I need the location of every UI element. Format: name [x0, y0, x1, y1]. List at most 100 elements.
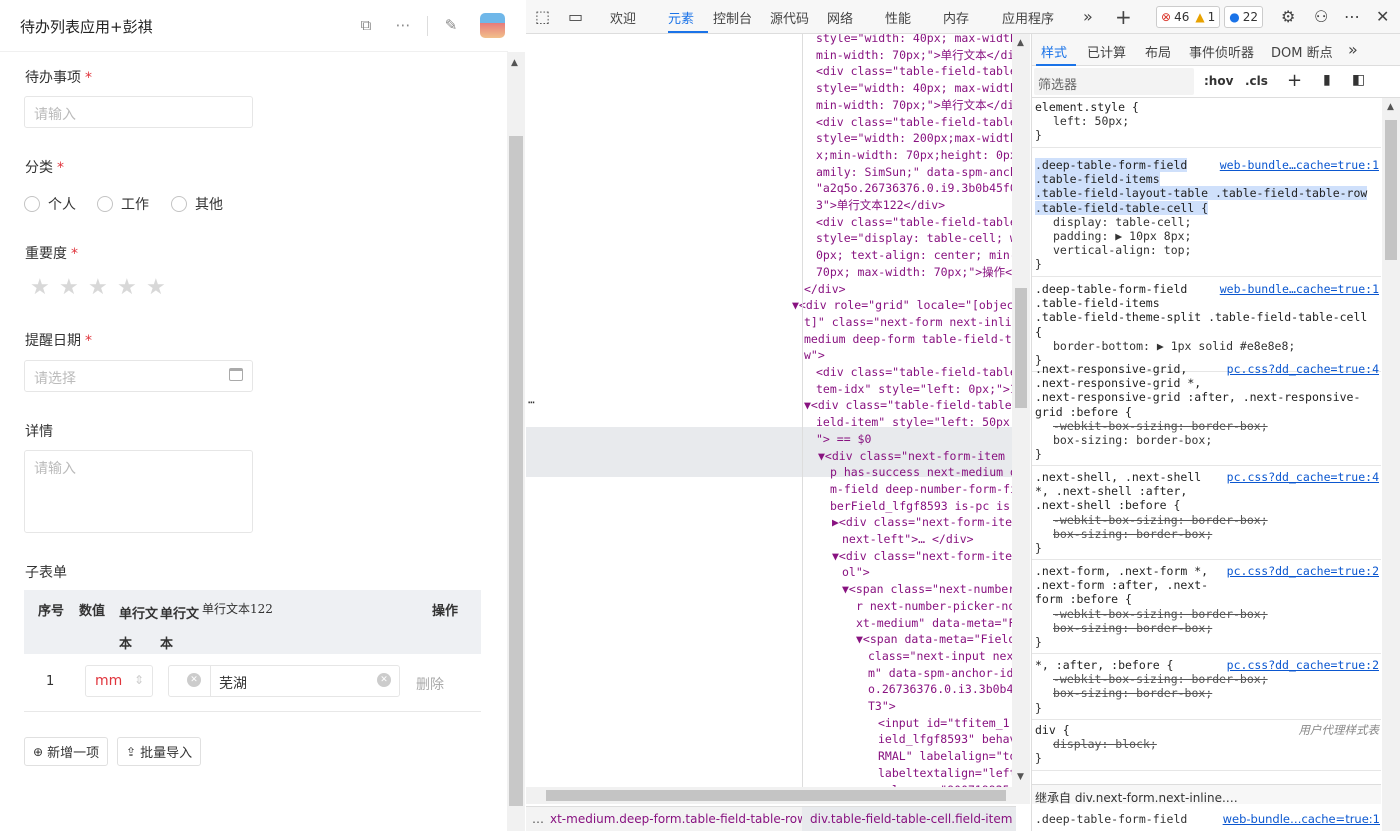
dom-node-line[interactable]: 3">单行文本122</div>: [816, 197, 945, 214]
dom-node-line[interactable]: class="next-input next: [868, 648, 1016, 665]
dom-node-line[interactable]: ▼<div class="table-field-table: [804, 397, 1012, 414]
css-declaration[interactable]: box-sizing: border-box;: [1035, 686, 1378, 700]
rule-source-link[interactable]: pc.css?dd_cache=true:4: [1227, 362, 1379, 376]
dom-node-line[interactable]: RMAL" labelalign="to: [878, 748, 1016, 765]
css-rule[interactable]: pc.css?dd_cache=true:2 .next-form, .next-…: [1032, 562, 1381, 655]
dom-node-line[interactable]: min-width: 70px;">单行文本</di: [816, 47, 1014, 64]
rating-star-1[interactable]: ★: [30, 276, 50, 300]
tab-event-listeners[interactable]: 事件侦听器: [1189, 42, 1254, 61]
new-rule-icon[interactable]: +: [1287, 70, 1302, 91]
dom-node-line[interactable]: <div class="table-field-table: [816, 214, 1016, 231]
tab-network[interactable]: 网络: [827, 8, 853, 27]
clear-icon[interactable]: ✕: [187, 673, 201, 687]
add-item-button[interactable]: ⊕ 新增一项: [24, 737, 109, 766]
paint-icon[interactable]: ▮: [1323, 72, 1331, 88]
dom-node-line[interactable]: p has-success next-medium d: [830, 464, 1016, 481]
rating-star-3[interactable]: ★: [88, 276, 108, 300]
css-rule[interactable]: 用户代理样式表 div {display: block;}: [1032, 721, 1381, 771]
rating-star-5[interactable]: ★: [146, 276, 166, 300]
category-radio-other[interactable]: 其他: [171, 194, 223, 214]
open-external-icon[interactable]: ⧉: [357, 16, 375, 34]
stepper-icon[interactable]: ⇕: [134, 673, 144, 687]
dom-node-line[interactable]: berField_lfgf8593 is-pc is-: [830, 498, 1016, 515]
dom-node-line[interactable]: ▼<div class="next-form-item: [818, 448, 1005, 465]
calendar-icon[interactable]: [229, 368, 243, 381]
tab-computed[interactable]: 已计算: [1087, 42, 1126, 61]
dom-node-line[interactable]: t]" class="next-form next-inlin: [804, 314, 1016, 331]
scroll-thumb[interactable]: [1385, 120, 1397, 260]
scroll-up-icon[interactable]: ▲: [1387, 102, 1394, 112]
sidebar-toggle-icon[interactable]: ◧: [1352, 72, 1365, 88]
css-rule[interactable]: web-bundle…cache=true:1 .deep-table-form-…: [1032, 156, 1381, 277]
dom-node-line[interactable]: ▶<div class="next-form-iter: [832, 514, 1016, 531]
elements-tree[interactable]: style="width: 40px; max-width min-width: …: [526, 34, 1016, 804]
device-toggle-icon[interactable]: ▭: [568, 8, 583, 26]
scroll-thumb[interactable]: [509, 136, 523, 806]
avatar[interactable]: [480, 13, 505, 38]
styles-scrollbar[interactable]: ▲: [1382, 98, 1400, 831]
css-rule[interactable]: pc.css?dd_cache=true:4 .next-responsive-g…: [1032, 360, 1381, 467]
more-tabs-icon[interactable]: »: [1348, 41, 1358, 59]
dom-node-line[interactable]: w">: [804, 347, 825, 364]
add-tab-icon[interactable]: +: [1115, 7, 1132, 27]
css-declaration[interactable]: -webkit-box-sizing: border-box;: [1035, 672, 1378, 686]
tab-dom-breakpoints[interactable]: DOM 断点: [1271, 42, 1333, 61]
dom-node-line[interactable]: style="width: 200px;max-width: [816, 130, 1016, 147]
last-rule-source[interactable]: web-bundle…cache=true:1: [1223, 812, 1380, 826]
tab-console[interactable]: 控制台: [713, 8, 752, 27]
dom-node-line[interactable]: r next-number-picker-nor: [856, 598, 1016, 615]
tab-elements[interactable]: 元素: [668, 8, 694, 27]
css-declaration[interactable]: -webkit-box-sizing: border-box;: [1035, 607, 1378, 621]
error-badge[interactable]: ⊗ 46 ▲ 1: [1156, 6, 1221, 28]
dom-node-line[interactable]: ▼<span data-meta="Field: [856, 631, 1015, 648]
tab-welcome[interactable]: 欢迎: [610, 8, 636, 27]
scroll-down-icon[interactable]: ▼: [1017, 772, 1024, 782]
css-declaration[interactable]: box-sizing: border-box;: [1035, 527, 1378, 541]
settings-gear-icon[interactable]: ⚙: [1281, 8, 1295, 26]
dom-node-line[interactable]: ol">: [842, 564, 870, 581]
tab-layout[interactable]: 布局: [1145, 42, 1171, 61]
form-scrollbar[interactable]: ▲: [507, 52, 525, 831]
menu-dots-icon[interactable]: ⋯: [1344, 8, 1360, 26]
dom-node-line[interactable]: style="display: table-cell; w: [816, 230, 1016, 247]
dom-node-line[interactable]: next-left">… </div>: [842, 531, 974, 548]
css-declaration[interactable]: left: 50px;: [1035, 114, 1378, 128]
dom-node-line[interactable]: min-width: 70px;">单行文本</di: [816, 97, 1014, 114]
dom-node-line[interactable]: T3">: [868, 698, 896, 715]
category-radio-personal[interactable]: 个人: [24, 194, 76, 214]
rating-star-2[interactable]: ★: [59, 276, 79, 300]
hov-toggle[interactable]: :hov: [1204, 74, 1233, 88]
profile-icon[interactable]: ⚇: [1314, 8, 1328, 26]
dom-node-line[interactable]: amily: SimSun;" data-spm-anch: [816, 164, 1016, 181]
scroll-up-icon[interactable]: ▲: [1017, 38, 1024, 48]
category-radio-work[interactable]: 工作: [97, 194, 149, 214]
css-declaration[interactable]: border-bottom: ▶ 1px solid #e8e8e8;: [1035, 339, 1378, 353]
css-rule[interactable]: pc.css?dd_cache=true:4 .next-shell, .next…: [1032, 468, 1381, 561]
issues-badge[interactable]: ● 22: [1224, 6, 1263, 28]
more-icon[interactable]: ⋯: [394, 16, 412, 34]
reminder-date-picker[interactable]: 请选择: [24, 360, 253, 392]
dom-node-line[interactable]: x;min-width: 70px;height: 0px: [816, 147, 1016, 164]
dom-node-line[interactable]: m" data-spm-anchor-id=: [868, 665, 1016, 682]
rule-source-link[interactable]: web-bundle…cache=true:1: [1220, 158, 1379, 172]
dom-node-line[interactable]: style="width: 40px; max-width: [816, 80, 1016, 97]
breadcrumb-item-active[interactable]: div.table-field-table-cell.field-item: [802, 807, 1016, 831]
rule-source-link[interactable]: web-bundle…cache=true:1: [1220, 282, 1379, 296]
rule-source-link[interactable]: pc.css?dd_cache=true:4: [1227, 470, 1379, 484]
dom-node-line[interactable]: ield_lfgf8593" behav: [878, 731, 1016, 748]
detail-textarea[interactable]: 请输入: [24, 450, 253, 533]
tab-application[interactable]: 应用程序: [1002, 8, 1054, 27]
cls-toggle[interactable]: .cls: [1245, 74, 1268, 88]
dom-node-line[interactable]: <div class="table-field-table: [816, 63, 1016, 80]
dom-node-line[interactable]: <div class="table-field-table: [816, 364, 1016, 381]
dom-node-line[interactable]: ▼<div class="next-form-iter: [832, 548, 1016, 565]
rule-source-link[interactable]: pc.css?dd_cache=true:2: [1227, 658, 1379, 672]
css-declaration[interactable]: -webkit-box-sizing: border-box;: [1035, 419, 1378, 433]
dom-node-line[interactable]: ield-item" style="left: 50px;: [816, 414, 1016, 431]
number-input[interactable]: mm ⇕: [85, 665, 153, 697]
dom-node-line[interactable]: labeltextalign="left: [878, 765, 1016, 782]
dom-node-line[interactable]: 0px; text-align: center; min-: [816, 247, 1016, 264]
dom-node-line[interactable]: m-field deep-number-form-fi: [830, 481, 1016, 498]
text-input[interactable]: ✕ 芜湖 ✕: [168, 665, 400, 697]
rule-source-link[interactable]: 用户代理样式表: [1299, 723, 1380, 737]
